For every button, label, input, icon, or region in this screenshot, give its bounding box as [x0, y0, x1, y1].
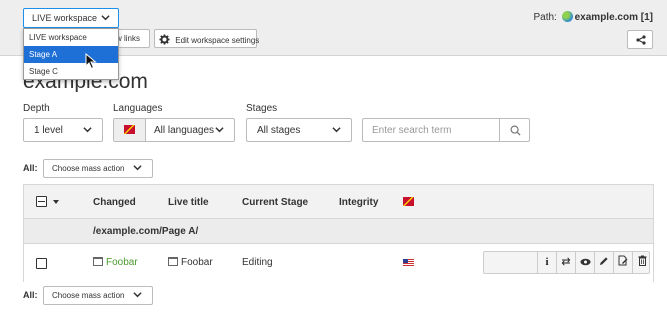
caret-down-icon[interactable]: [53, 200, 59, 204]
languages-label: Languages: [113, 103, 163, 114]
row-checkbox[interactable]: [36, 258, 47, 269]
language-column-header: [403, 197, 414, 206]
row-actions: i ⇄: [483, 251, 650, 274]
chevron-down-icon: [332, 125, 341, 136]
eye-icon[interactable]: [575, 252, 594, 273]
workspace-select-value: LIVE workspace: [32, 13, 98, 23]
languages-select[interactable]: All languages: [113, 118, 235, 142]
chevron-down-icon: [215, 125, 224, 136]
workspace-option-live[interactable]: LIVE workspace: [24, 29, 118, 46]
workspace-dropdown: LIVE workspace Stage A Stage C: [23, 28, 119, 80]
info-icon[interactable]: i: [537, 252, 556, 273]
minus-icon: [38, 201, 45, 202]
mass-action-bottom: All: Choose mass action: [23, 286, 163, 305]
path-label: Path:: [533, 12, 557, 23]
depth-select[interactable]: 1 level: [23, 118, 103, 142]
search-button[interactable]: [499, 118, 530, 142]
search-input[interactable]: [362, 118, 500, 142]
edit-workspace-settings-label: Edit workspace settings: [175, 36, 260, 45]
table-row: Foobar Foobar Editing i ⇄: [24, 244, 653, 282]
stages-select[interactable]: All stages: [246, 118, 352, 142]
chevron-down-icon: [133, 290, 142, 301]
trash-icon[interactable]: [632, 252, 651, 273]
select-all-checkbox[interactable]: [36, 196, 47, 207]
path-indicator: Path: example.com [1]: [533, 11, 653, 23]
mass-action-all-label: All:: [23, 290, 38, 300]
workspace-option-stage-a[interactable]: Stage A: [24, 46, 118, 63]
page-icon: [168, 257, 178, 266]
search-icon: [510, 125, 521, 139]
column-header-changed[interactable]: Changed: [93, 197, 136, 208]
chevron-down-icon: [83, 125, 92, 136]
workspace-option-stage-c[interactable]: Stage C: [24, 63, 118, 80]
path-value[interactable]: example.com [1]: [575, 12, 653, 23]
language-flag-addon: [114, 119, 146, 141]
live-title-cell[interactable]: Foobar: [168, 257, 213, 268]
share-button[interactable]: [627, 30, 653, 49]
current-stage-cell: Editing: [242, 257, 273, 268]
mass-action-select[interactable]: Choose mass action: [43, 286, 153, 305]
column-header-live-title[interactable]: Live title: [168, 197, 209, 208]
depth-label: Depth: [23, 103, 50, 114]
chevron-down-icon: [101, 13, 110, 24]
column-header-integrity[interactable]: Integrity: [339, 197, 378, 208]
multi-language-flag-icon: [403, 197, 414, 206]
stages-select-value: All stages: [257, 125, 301, 136]
us-flag-icon: [403, 259, 414, 267]
gear-icon: [159, 34, 170, 45]
mass-action-all-label: All:: [23, 163, 38, 173]
mass-action-select[interactable]: Choose mass action: [43, 159, 153, 178]
column-header-current-stage[interactable]: Current Stage: [242, 197, 308, 208]
share-icon: [636, 35, 646, 48]
document-edit-icon[interactable]: [613, 252, 632, 273]
page-icon: [93, 257, 103, 266]
swap-icon[interactable]: ⇄: [556, 252, 575, 273]
languages-select-value: All languages: [154, 125, 215, 136]
group-row: /example.com/Page A/: [24, 219, 653, 244]
workspace-select[interactable]: LIVE workspace: [23, 8, 119, 28]
pencil-icon[interactable]: [594, 252, 613, 273]
mass-action-label: Choose mass action: [52, 291, 125, 300]
multi-language-flag-icon: [124, 125, 135, 134]
changed-title: Foobar: [106, 257, 138, 268]
table-header: Changed Live title Current Stage Integri…: [24, 185, 653, 219]
mass-action-top: All: Choose mass action: [23, 159, 163, 178]
depth-select-value: 1 level: [34, 125, 63, 136]
edit-workspace-settings-button[interactable]: Edit workspace settings: [154, 29, 260, 48]
group-path: /example.com/Page A/: [93, 226, 199, 237]
mass-action-label: Choose mass action: [52, 164, 125, 173]
changed-cell[interactable]: Foobar: [93, 257, 138, 268]
live-title: Foobar: [181, 257, 213, 268]
stages-label: Stages: [246, 103, 278, 114]
chevron-down-icon: [133, 163, 142, 174]
workspace-table: Changed Live title Current Stage Integri…: [23, 184, 654, 282]
globe-icon: [561, 11, 573, 22]
mouse-pointer-icon: [85, 52, 97, 73]
view-links-label: w links: [116, 34, 141, 43]
